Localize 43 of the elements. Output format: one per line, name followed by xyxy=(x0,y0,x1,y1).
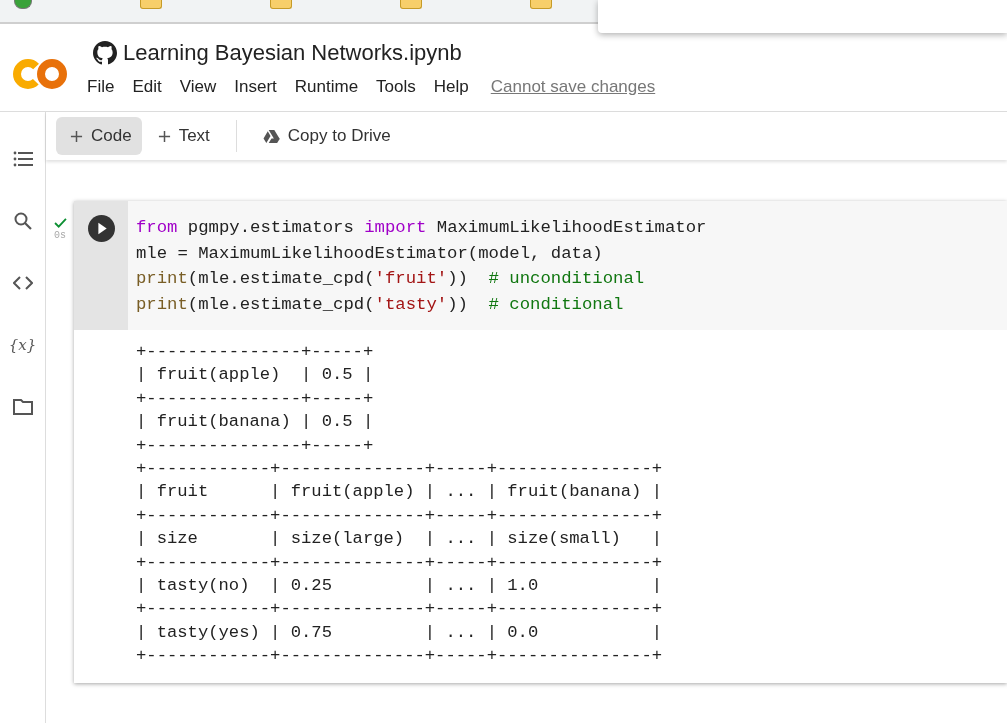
run-duration: 0s xyxy=(54,230,66,241)
menu-item[interactable]: Help xyxy=(433,77,469,97)
output-line: | fruit(apple) | 0.5 | xyxy=(136,364,375,387)
notebook-title[interactable]: Learning Bayesian Networks.ipynb xyxy=(123,40,462,66)
output-line: | size | size(large) | ... | size(small) | xyxy=(136,528,664,551)
code-line: from pgmpy.estimators import MaximumLikelihoodEstimator xyxy=(136,217,707,239)
menu-item[interactable]: Edit xyxy=(132,77,162,97)
code-line: print(mle.estimate_cpd('tasty')) # conditional xyxy=(136,294,625,317)
output-line: +------------+--------------+-----+---------------+ xyxy=(136,504,664,527)
code-line: print(mle.estimate_cpd('fruit')) # unconditional xyxy=(136,268,646,291)
output-line: +---------------+-----+ xyxy=(136,387,375,410)
github-icon[interactable] xyxy=(93,41,117,65)
output-line: +------------+--------------+-----+---------------+ xyxy=(136,551,664,574)
search-icon[interactable] xyxy=(12,212,33,230)
add-button[interactable]: Text xyxy=(143,117,220,155)
output-line: +------------+--------------+-----+---------------+ xyxy=(136,598,664,621)
variables-button[interactable]: {x} xyxy=(8,336,37,356)
output-line: | tasty(no) | 0.25 | ... | 1.0 | xyxy=(136,575,664,598)
plus-icon xyxy=(70,129,83,143)
plus-icon xyxy=(157,129,171,143)
output-line: | fruit(banana) | 0.5 | xyxy=(136,411,375,434)
code-line: mle = MaximumLikelihoodEstimator(model, data) xyxy=(136,242,604,265)
add-button[interactable]: Code xyxy=(56,117,142,155)
folder-icon[interactable] xyxy=(12,398,33,416)
menu-item[interactable]: Tools xyxy=(376,77,416,97)
code-icon[interactable] xyxy=(12,274,33,292)
globe-icon[interactable] xyxy=(14,0,32,9)
menu-item[interactable]: View xyxy=(179,77,217,97)
output-line: | fruit | fruit(apple) | ... | fruit(banana) | xyxy=(136,481,664,504)
run-button[interactable] xyxy=(87,215,115,242)
drive-icon xyxy=(262,128,280,144)
menu-item[interactable]: Insert xyxy=(234,77,277,97)
output-line: +------------+--------------+-----+---------------+ xyxy=(136,645,664,668)
output-line: | tasty(yes) | 0.75 | ... | 0.0 | xyxy=(136,621,664,644)
list-icon[interactable] xyxy=(12,150,33,168)
save-status-link[interactable]: Cannot save changes xyxy=(490,77,656,97)
output-line: +---------------+-----+ xyxy=(136,341,375,363)
colab-logo[interactable] xyxy=(13,58,67,90)
menu-item[interactable]: Runtime xyxy=(294,77,359,97)
copy-to-drive-button[interactable]: Copy to Drive xyxy=(248,117,401,155)
output-line: +---------------+-----+ xyxy=(136,434,375,457)
output-line: +------------+--------------+-----+---------------+ xyxy=(136,458,664,481)
menu-item[interactable]: File xyxy=(87,77,115,97)
